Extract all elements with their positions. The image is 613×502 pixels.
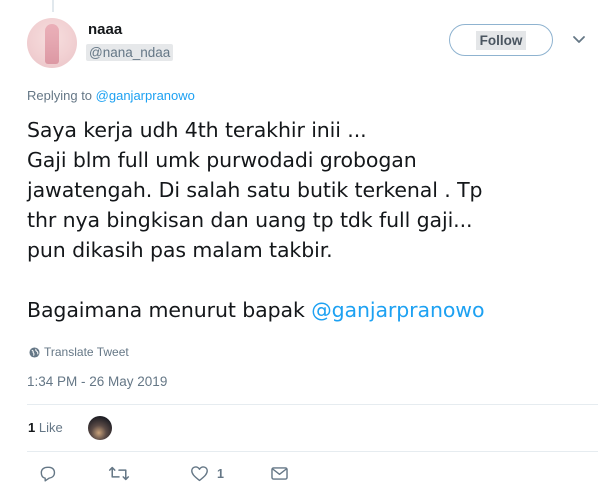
tweet-line: Saya kerja udh 4th terakhir inii ... <box>27 118 367 142</box>
divider <box>27 404 598 405</box>
reply-context: Replying to @ganjarpranowo <box>27 88 195 103</box>
follow-button[interactable]: Follow <box>449 24 553 56</box>
tweet-text: Saya kerja udh 4th terakhir inii ... Gaj… <box>27 115 597 325</box>
tweet-closing-line: Bagaimana menurut bapak @ganjarpranowo <box>27 295 597 325</box>
retweet-button[interactable] <box>108 465 130 482</box>
direct-message-button[interactable] <box>270 465 289 482</box>
like-button[interactable]: 1 <box>190 465 224 482</box>
liker-avatar[interactable] <box>88 416 112 440</box>
chevron-down-icon[interactable] <box>571 34 587 46</box>
follow-button-label: Follow <box>475 30 527 50</box>
tweet-line: pun dikasih pas malam takbir. <box>27 238 333 262</box>
divider <box>27 451 598 452</box>
like-count: 1 <box>217 466 224 481</box>
heart-icon <box>191 466 208 482</box>
reply-mention-link[interactable]: @ganjarpranowo <box>96 88 195 103</box>
tweet-line: thr nya bingkisan dan uang tp tdk full g… <box>27 208 473 232</box>
avatar-figure <box>45 24 59 64</box>
likes-count: 1 <box>28 420 36 435</box>
author-handle[interactable]: @nana_ndaa <box>86 44 174 61</box>
tweet-mention-link[interactable]: @ganjarpranowo <box>311 298 484 322</box>
globe-icon <box>29 346 40 358</box>
author-avatar[interactable] <box>27 18 77 68</box>
reply-context-prefix: Replying to <box>27 88 93 103</box>
tweet-line: jawatengah. Di salah satu butik terkenal… <box>27 178 483 202</box>
envelope-icon <box>271 467 288 480</box>
tweet-line: Gaji blm full umk purwodadi grobogan <box>27 148 417 172</box>
likes-stat[interactable]: 1 Like <box>28 420 63 435</box>
thread-connector-line <box>52 0 54 12</box>
reply-icon <box>40 466 56 482</box>
translate-tweet-link[interactable]: Translate Tweet <box>29 345 129 359</box>
retweet-icon <box>108 466 130 481</box>
tweet-timestamp[interactable]: 1:34 PM - 26 May 2019 <box>27 374 167 389</box>
reply-button[interactable] <box>38 465 57 482</box>
translate-tweet-label: Translate Tweet <box>44 345 129 359</box>
author-name[interactable]: naaa <box>88 21 122 38</box>
likes-label: Like <box>38 420 63 435</box>
tweet-closing-text: Bagaimana menurut bapak <box>27 298 305 322</box>
